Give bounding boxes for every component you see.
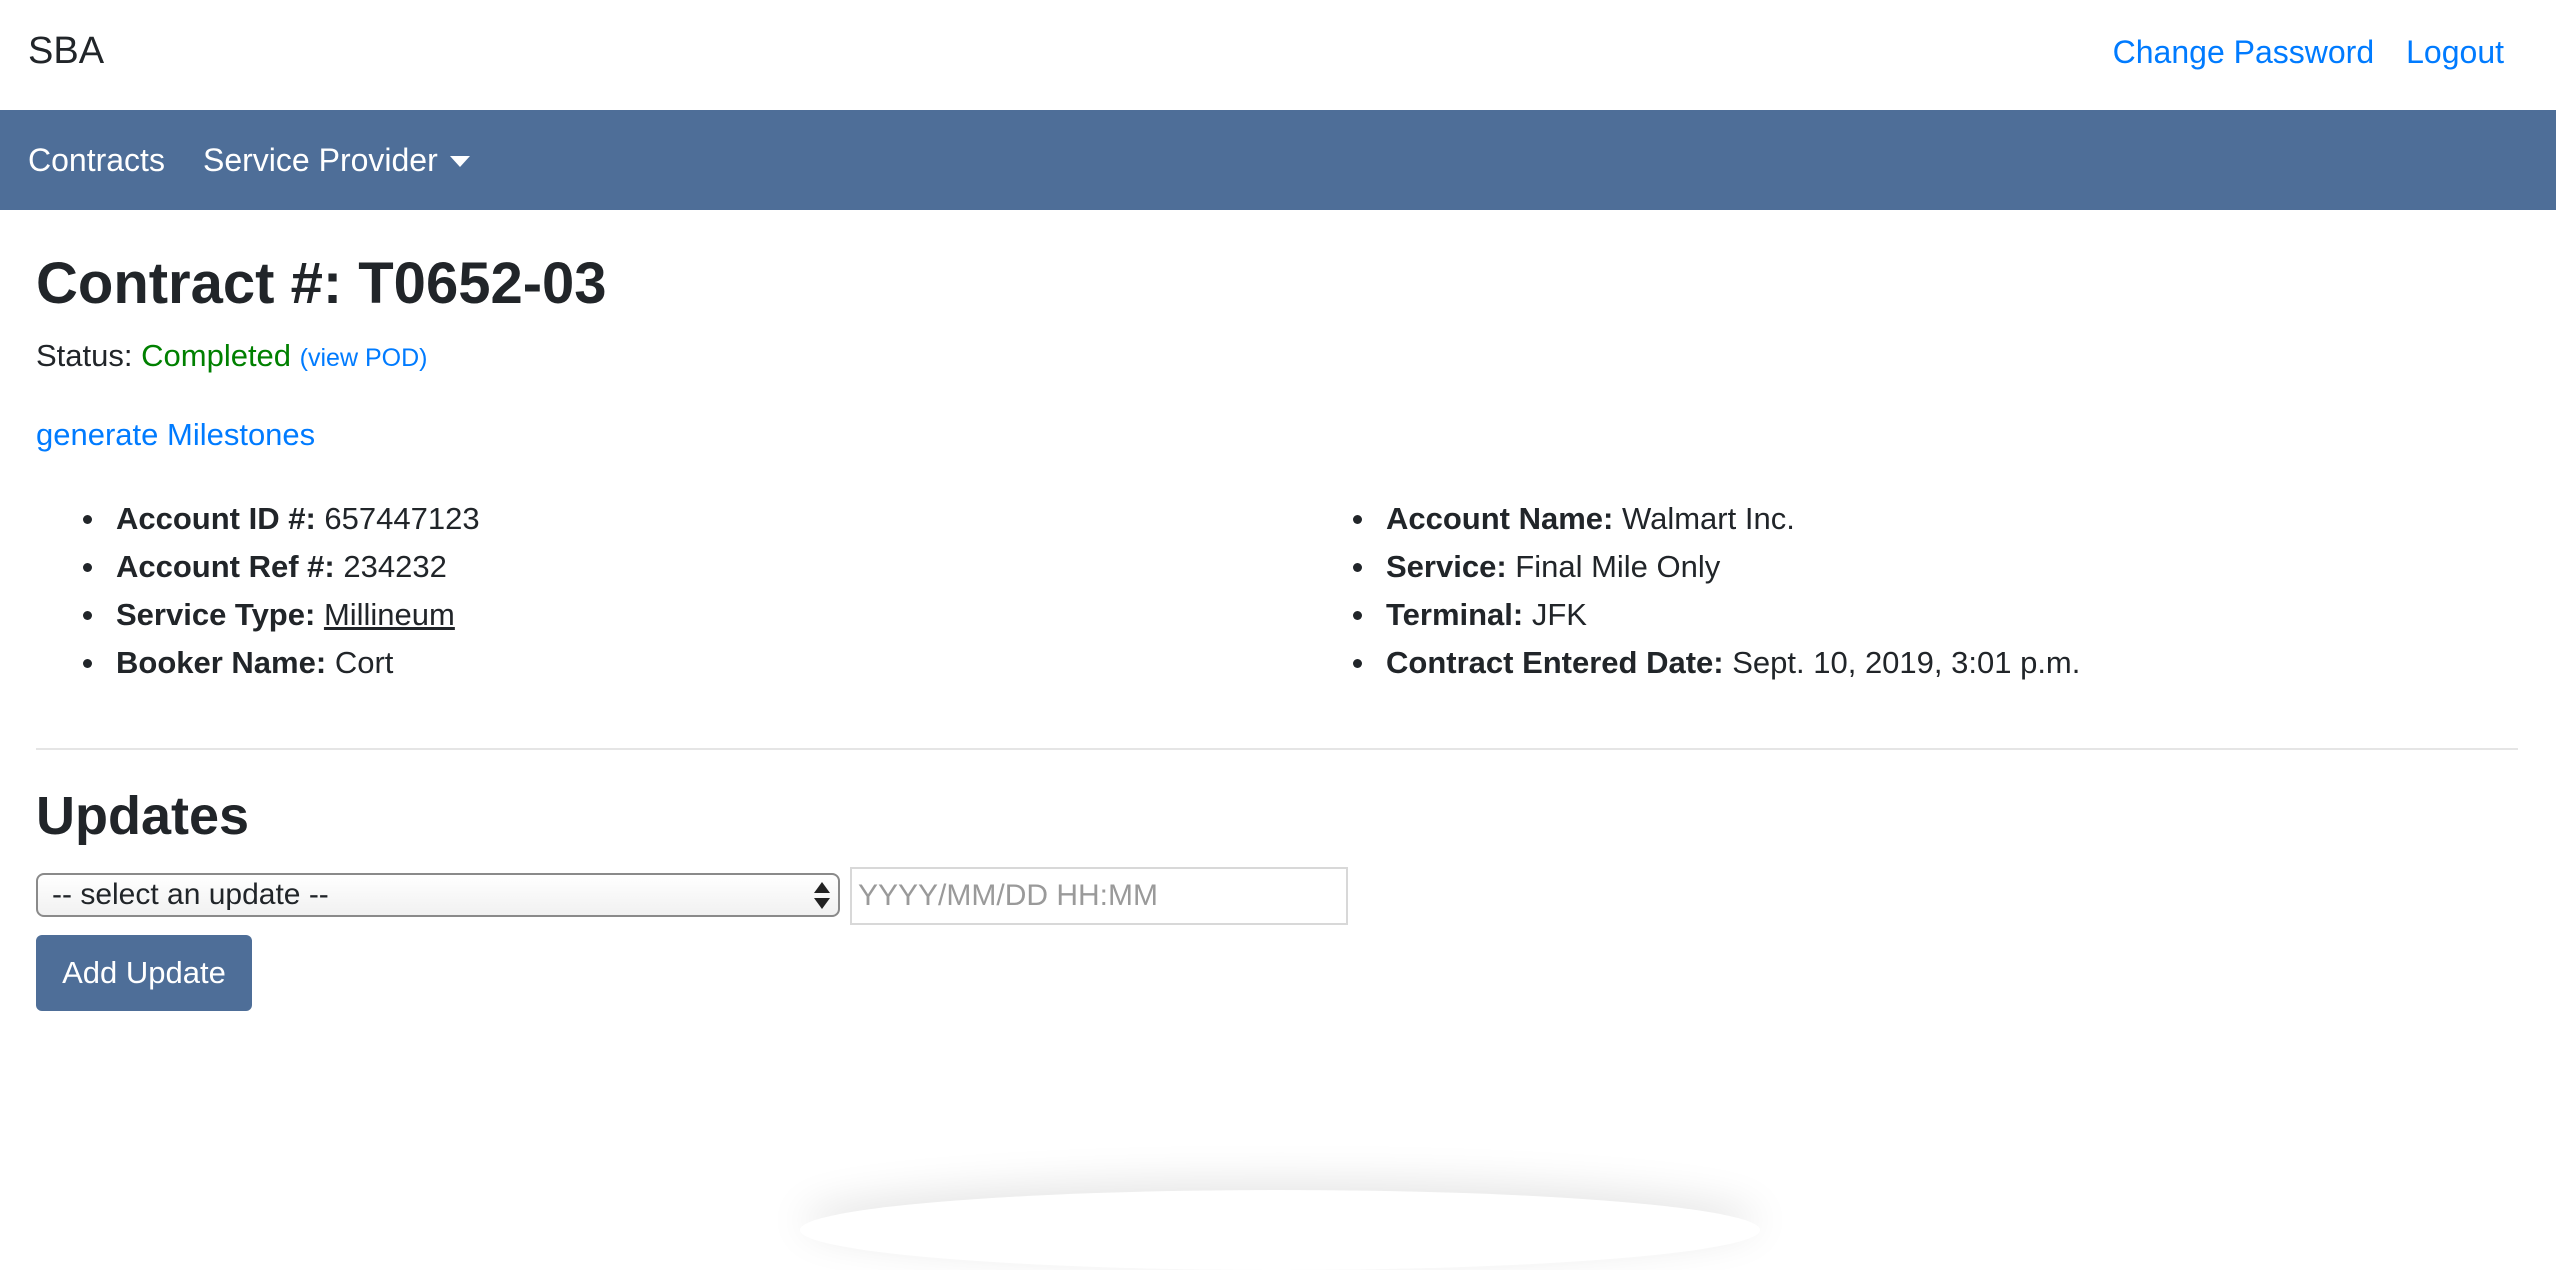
- detail-account-ref: Account Ref #: 234232: [83, 543, 480, 591]
- arrow-down-icon: [814, 898, 830, 909]
- page-title: Contract #: T0652-03: [36, 251, 607, 316]
- arrow-up-icon: [814, 882, 830, 893]
- detail-label: Account ID #:: [116, 501, 316, 536]
- brand-logo[interactable]: SBA: [28, 30, 104, 73]
- detail-value: Final Mile Only: [1515, 549, 1721, 584]
- status-badge: Completed: [141, 338, 292, 373]
- detail-value: Sept. 10, 2019, 3:01 p.m.: [1732, 645, 2081, 680]
- top-header: SBA Change Password Logout: [0, 0, 2556, 110]
- detail-value: 234232: [343, 549, 447, 584]
- select-arrows-icon: [814, 882, 830, 910]
- update-select-value: -- select an update --: [52, 878, 329, 911]
- status-label: Status:: [36, 338, 133, 373]
- detail-label: Service Type:: [116, 597, 316, 632]
- detail-terminal: Terminal: JFK: [1352, 591, 2080, 639]
- section-divider: [36, 748, 2518, 750]
- update-datetime-input[interactable]: [850, 867, 1348, 925]
- detail-label: Contract Entered Date:: [1386, 645, 1724, 680]
- detail-value: Walmart Inc.: [1622, 501, 1795, 536]
- details-list-left: Account ID #: 657447123 Account Ref #: 2…: [83, 495, 480, 687]
- nav-contracts[interactable]: Contracts: [28, 142, 165, 179]
- detail-value: Cort: [334, 645, 394, 680]
- bottom-shadow: [800, 1190, 1760, 1270]
- detail-label: Booker Name:: [116, 645, 327, 680]
- detail-service: Service: Final Mile Only: [1352, 543, 2080, 591]
- nav-contracts-label: Contracts: [28, 142, 165, 178]
- account-links: Change Password Logout: [2113, 34, 2504, 71]
- detail-label: Account Ref #:: [116, 549, 335, 584]
- view-pod-link[interactable]: (view POD): [300, 344, 428, 372]
- update-select[interactable]: -- select an update --: [36, 873, 840, 917]
- detail-service-type: Service Type: Millineum: [83, 591, 480, 639]
- service-type-value: Millineum: [323, 597, 455, 632]
- main-navbar: Contracts Service Provider: [0, 110, 2556, 210]
- detail-label: Service:: [1386, 549, 1507, 584]
- detail-entered-date: Contract Entered Date: Sept. 10, 2019, 3…: [1352, 639, 2081, 687]
- logout-link[interactable]: Logout: [2406, 34, 2504, 71]
- detail-label: Terminal:: [1386, 597, 1524, 632]
- detail-account-name: Account Name: Walmart Inc.: [1352, 495, 2080, 543]
- nav-service-provider-label: Service Provider: [203, 142, 438, 178]
- generate-milestones-link[interactable]: generate Milestones: [36, 417, 315, 453]
- detail-booker-name: Booker Name: Cort: [83, 639, 480, 687]
- add-update-button[interactable]: Add Update: [36, 935, 252, 1011]
- caret-down-icon: [449, 156, 470, 167]
- details-list-right: Account Name: Walmart Inc. Service: Fina…: [1352, 495, 2081, 687]
- detail-value: JFK: [1531, 597, 1587, 632]
- status-line: Status: Completed (view POD): [36, 338, 427, 374]
- updates-heading: Updates: [36, 786, 250, 846]
- nav-service-provider-dropdown[interactable]: Service Provider: [203, 142, 470, 179]
- detail-label: Account Name:: [1386, 501, 1614, 536]
- detail-account-id: Account ID #: 657447123: [83, 495, 480, 543]
- change-password-link[interactable]: Change Password: [2113, 34, 2374, 71]
- detail-value: 657447123: [324, 501, 480, 536]
